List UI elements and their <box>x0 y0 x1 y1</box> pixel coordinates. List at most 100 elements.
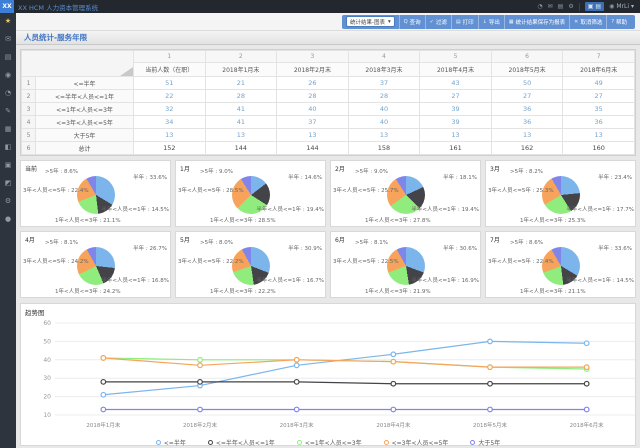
pie-card: 1月半年 : 14.6%半年<人员<=1年 : 19.4%1年<人员<=3年 :… <box>175 160 326 227</box>
edit-icon[interactable]: ✎ <box>5 108 11 115</box>
table-row[interactable]: 2<=半年<人员<=1年22282828272727 <box>22 90 635 103</box>
list-icon[interactable]: ▤ <box>5 54 12 61</box>
list-view-icon[interactable]: ▤ <box>595 3 601 10</box>
view-toggle[interactable]: ▣▤ <box>585 2 604 11</box>
pie-label: 半年<人员<=1年 : 16.8% <box>101 276 169 284</box>
pie-label: >5年 : 8.1% <box>355 238 388 246</box>
layers-icon[interactable]: ◩ <box>5 180 12 187</box>
message-icon[interactable]: ✉ <box>5 36 11 43</box>
table-header-row: 1234567 <box>22 51 635 63</box>
legend-item[interactable]: <=1年<人员<=3年 <box>297 438 362 447</box>
export-button[interactable]: ↓导出 <box>478 15 504 29</box>
pie-label: 半年 : 30.9% <box>288 244 322 252</box>
toolbar-button-label: 帮助 <box>616 18 627 26</box>
panel-icon[interactable]: ◧ <box>5 144 12 151</box>
avatar-icon: ◉ <box>609 0 614 13</box>
pie-label: 半年<人员<=1年 : 16.9% <box>411 276 479 284</box>
pie-label: 1年<人员<=3年 : 24.2% <box>55 287 121 295</box>
toolbar-button-label: 统计结果保存为报表 <box>516 18 566 26</box>
table-cell: 40 <box>348 116 420 129</box>
filter-button[interactable]: ✓过滤 <box>425 15 451 29</box>
clock-icon[interactable]: ◔ <box>5 90 11 97</box>
table-row[interactable]: 1<=半年51212637435049 <box>22 77 635 90</box>
table-cell: 40 <box>277 103 349 116</box>
table-row[interactable]: 5大于5年13131313131313 <box>22 129 635 142</box>
report-icon[interactable]: ▣ <box>5 162 12 169</box>
history-icon[interactable]: ◔ <box>537 0 542 13</box>
table-row[interactable]: 3<=1年<人员<=3年32414040393635 <box>22 103 635 116</box>
trend-chart-title: 趋势图 <box>25 307 631 317</box>
query-button[interactable]: Q查询 <box>399 15 425 29</box>
pie-label: 半年 : 18.1% <box>443 173 477 181</box>
dot-icon[interactable]: ● <box>5 216 11 223</box>
export-icon: ↓ <box>483 19 487 25</box>
data-point <box>584 341 589 346</box>
card-view-icon[interactable]: ▣ <box>588 3 594 10</box>
data-point <box>294 380 299 385</box>
table-cell: 144 <box>277 142 349 155</box>
app-logo: XX <box>0 0 14 13</box>
pie-label: 1年<人员<=3年 : 22.2% <box>210 287 276 295</box>
pie-label: >5年 : 9.0% <box>200 167 233 175</box>
column-index: 2 <box>205 51 277 63</box>
pie-chart-grid: 当前半年 : 33.6%半年<人员<=1年 : 14.5%1年<人员<=3年 :… <box>20 160 636 298</box>
table-cell: 27 <box>491 90 563 103</box>
table-cell: 28 <box>277 90 349 103</box>
pie-label: 半年 : 30.6% <box>443 244 477 252</box>
pie-label: >5年 : 8.6% <box>45 167 78 175</box>
grid-icon[interactable]: ▤ <box>558 0 564 13</box>
pie-label: 半年<人员<=1年 : 17.7% <box>566 205 634 213</box>
grid-icon[interactable]: ▦ <box>5 126 12 133</box>
trend-chart-card: 趋势图 6050403020102018年1月末2018年2月末2018年3月末… <box>20 303 636 446</box>
column-header: 2018年6月末 <box>563 63 635 77</box>
print-button[interactable]: ▤打印 <box>451 15 478 29</box>
legend-item[interactable]: <=半年<人员<=1年 <box>208 438 275 447</box>
record-icon[interactable]: ◉ <box>5 72 11 79</box>
view-mode-select[interactable]: 统计结果-图表 ▾ <box>346 16 395 27</box>
favorite-icon[interactable]: ★ <box>5 18 11 25</box>
data-point <box>294 407 299 412</box>
pie-label: 1年<人员<=3年 : 21.1% <box>55 216 121 224</box>
data-point <box>101 356 106 361</box>
pie-label: 半年<人员<=1年 : 19.4% <box>411 205 479 213</box>
chevron-down-icon: ▾ <box>388 19 391 25</box>
x-tick-label: 2018年4月末 <box>376 421 410 429</box>
user-menu[interactable]: ◉ MrLi ▾ <box>609 0 634 13</box>
row-label: <=3年<人员<=5年 <box>36 116 134 129</box>
table-row[interactable]: 6总计152144144158161162160 <box>22 142 635 155</box>
settings-icon[interactable]: ⚙ <box>5 198 11 205</box>
sidebar: ★ ✉ ▤ ◉ ◔ ✎ ▦ ◧ ▣ ◩ ⚙ ● <box>0 13 16 448</box>
mail-icon[interactable]: ✉ <box>548 0 553 13</box>
pie-title: 1月 <box>180 164 190 173</box>
column-header: 2018年5月末 <box>491 63 563 77</box>
legend-item[interactable]: 大于5年 <box>470 438 500 447</box>
column-header: 当前人数（在职） <box>134 63 206 77</box>
legend-item[interactable]: <=半年 <box>156 438 186 447</box>
cancel-filter-button[interactable]: ✕取消筛选 <box>569 15 606 29</box>
legend-label: <=3年<人员<=5年 <box>392 438 449 447</box>
table-cell: 40 <box>348 103 420 116</box>
table-cell: 51 <box>134 77 206 90</box>
user-name: MrLi <box>616 3 629 10</box>
settings-icon[interactable]: ⚙ <box>568 0 573 13</box>
data-point <box>101 392 106 397</box>
table-cell: 144 <box>205 142 277 155</box>
help-button[interactable]: ?帮助 <box>606 15 631 29</box>
row-index: 5 <box>22 129 36 142</box>
table-row[interactable]: 4<=3年<人员<=5年34413740393636 <box>22 116 635 129</box>
table-cell: 37 <box>348 77 420 90</box>
table-cell: 41 <box>205 116 277 129</box>
pie-title: 3月 <box>490 164 500 173</box>
legend-label: <=1年<人员<=3年 <box>305 438 362 447</box>
pie-label: 半年 : 26.7% <box>133 244 167 252</box>
table-cell: 160 <box>563 142 635 155</box>
data-point <box>584 381 589 386</box>
legend-item[interactable]: <=3年<人员<=5年 <box>384 438 449 447</box>
save-report-button[interactable]: ▦统计结果保存为报表 <box>504 15 569 29</box>
pie-label: 1年<人员<=3年 : 21.1% <box>520 287 586 295</box>
table-cell: 162 <box>491 142 563 155</box>
data-point <box>584 407 589 412</box>
table-cell: 36 <box>563 116 635 129</box>
data-point <box>198 407 203 412</box>
pie-label: 3年<人员<=5年 : 22.4% <box>23 186 89 194</box>
